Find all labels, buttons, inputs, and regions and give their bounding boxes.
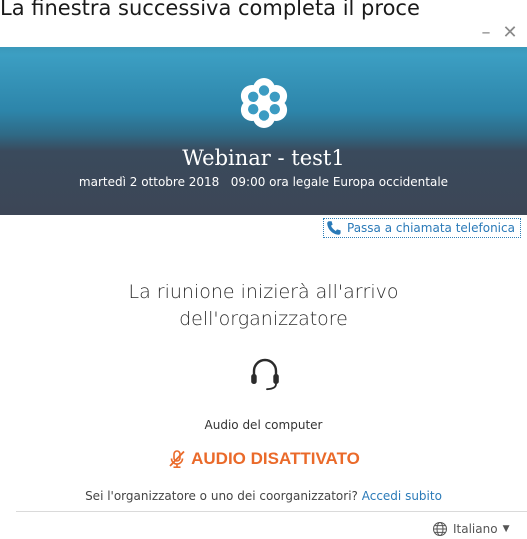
language-selector[interactable]: Italiano ▼ [432,519,510,539]
titlebar: – ✕ [0,22,527,47]
audio-mute-toggle[interactable]: AUDIO DISATTIVATO [0,446,527,472]
organizer-prompt-text: Sei l'organizzatore o uno dei coorganizz… [85,489,358,503]
waiting-message-line1: La riunione inizierà all'arrivo [128,281,399,303]
organizer-prompt: Sei l'organizzatore o uno dei coorganizz… [0,488,527,504]
sign-in-link[interactable]: Accedi subito [362,489,442,503]
chevron-down-icon: ▼ [502,524,510,534]
switch-to-phone-link[interactable]: Passa a chiamata telefonica [323,218,521,238]
switch-to-phone-label: Passa a chiamata telefonica [347,221,515,235]
waiting-message: La riunione inizierà all'arrivo dell'org… [0,279,527,333]
footer-divider [16,511,527,512]
audio-mode-label: Audio del computer [204,418,323,432]
audio-status-label: AUDIO DISATTIVATO [191,449,360,468]
meeting-datetime: martedì 2 ottobre 2018 09:00 ora legale … [78,175,449,189]
meeting-title: Webinar - test1 [182,146,345,170]
headset-icon [251,358,279,391]
mic-off-icon [169,450,185,469]
document-caption: La finestra successiva completa il proce [0,0,420,20]
gotomeeting-logo-icon [240,78,288,128]
waiting-message-line2: dell'organizzatore [179,308,348,330]
language-label: Italiano [453,522,498,536]
globe-icon [433,522,447,536]
meeting-window: – ✕ Webinar - test1 martedì 2 ottobre 20… [0,22,527,536]
close-button[interactable]: ✕ [500,22,520,46]
minimize-button[interactable]: – [476,22,496,46]
phone-icon [327,221,341,235]
